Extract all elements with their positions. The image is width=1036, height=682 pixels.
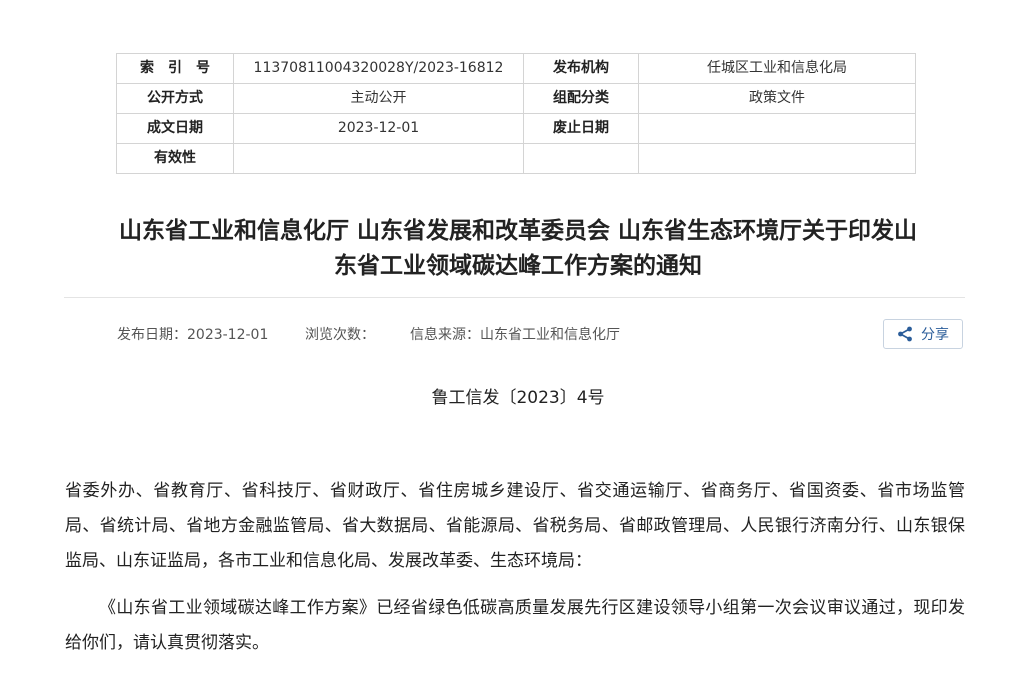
- index-number-value: 11370811004320028Y/2023-16812: [233, 53, 524, 84]
- written-date-label: 成文日期: [116, 113, 234, 144]
- article-title: 山东省工业和信息化厅 山东省发展和改革委员会 山东省生态环境厅关于印发山 东省工…: [60, 214, 976, 284]
- metadata-row: 索 引 号 11370811004320028Y/2023-16812 发布机构…: [116, 53, 916, 84]
- publisher-label: 发布机构: [523, 53, 639, 84]
- article-title-line1: 山东省工业和信息化厅 山东省发展和改革委员会 山东省生态环境厅关于印发山: [118, 218, 917, 244]
- validity-label: 有效性: [116, 143, 234, 174]
- share-button[interactable]: 分享: [883, 319, 963, 349]
- validity-value: [233, 143, 524, 174]
- share-icon: [898, 326, 912, 342]
- index-number-label: 索 引 号: [116, 53, 234, 84]
- empty-label: [523, 143, 639, 174]
- document-number: 鲁工信发〔2023〕4号: [431, 388, 605, 408]
- metadata-row: 有效性: [116, 143, 916, 174]
- article-page: 索 引 号 11370811004320028Y/2023-16812 发布机构…: [0, 0, 1036, 682]
- category-value: 政策文件: [638, 83, 916, 114]
- empty-value: [638, 143, 916, 174]
- share-label: 分享: [921, 327, 949, 343]
- view-count: 浏览次数：: [305, 327, 375, 343]
- written-date-value: 2023-12-01: [233, 113, 524, 144]
- publisher-value: 任城区工业和信息化局: [638, 53, 916, 84]
- expiry-date-label: 废止日期: [523, 113, 639, 144]
- metadata-table: 索 引 号 11370811004320028Y/2023-16812 发布机构…: [116, 53, 916, 174]
- metadata-row: 成文日期 2023-12-01 废止日期: [116, 113, 916, 144]
- publish-date: 发布日期：2023-12-01: [117, 327, 269, 343]
- disclosure-method-value: 主动公开: [233, 83, 524, 114]
- article-title-line2: 东省工业领域碳达峰工作方案的通知: [334, 253, 702, 279]
- recipients-paragraph: 省委外办、省教育厅、省科技厅、省财政厅、省住房城乡建设厅、省交通运输厅、省商务厅…: [65, 481, 965, 571]
- body-paragraph: 《山东省工业领域碳达峰工作方案》已经省绿色低碳高质量发展先行区建设领导小组第一次…: [65, 598, 965, 653]
- metadata-row: 公开方式 主动公开 组配分类 政策文件: [116, 83, 916, 114]
- category-label: 组配分类: [523, 83, 639, 114]
- info-source: 信息来源：山东省工业和信息化厅: [410, 327, 620, 343]
- expiry-date-value: [638, 113, 916, 144]
- disclosure-method-label: 公开方式: [116, 83, 234, 114]
- title-divider: [64, 297, 965, 298]
